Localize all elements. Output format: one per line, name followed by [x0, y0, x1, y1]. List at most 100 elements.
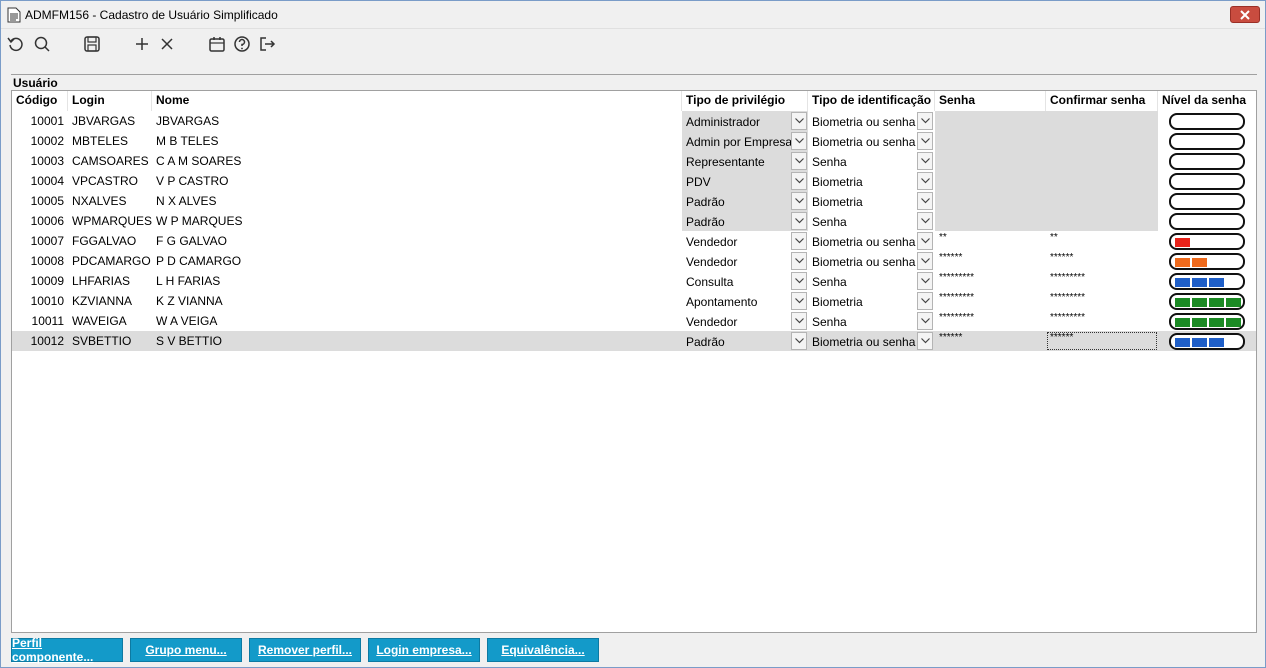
privilege-dropdown-button[interactable] — [791, 112, 807, 130]
search-icon[interactable] — [32, 34, 52, 54]
privilege-select[interactable]: Padrão — [682, 331, 808, 351]
remover-perfil-button[interactable]: Remover perfil... — [249, 638, 361, 662]
confirm-password-field[interactable] — [1046, 151, 1158, 171]
ident-dropdown-button[interactable] — [917, 332, 933, 350]
table-row[interactable]: 10010 KZVIANNA K Z VIANNA Apontamento Biom… — [12, 291, 1256, 311]
privilege-dropdown-button[interactable] — [791, 192, 807, 210]
privilege-dropdown-button[interactable] — [791, 312, 807, 330]
privilege-dropdown-button[interactable] — [791, 232, 807, 250]
table-row[interactable]: 10004 VPCASTRO V P CASTRO PDV Biometria — [12, 171, 1256, 191]
password-field[interactable]: ********* — [935, 311, 1046, 331]
privilege-select[interactable]: Vendedor — [682, 311, 808, 331]
grupo-menu-button[interactable]: Grupo menu... — [130, 638, 242, 662]
table-row[interactable]: 10006 WPMARQUES W P MARQUES Padrão Senha — [12, 211, 1256, 231]
privilege-select[interactable]: Padrão — [682, 211, 808, 231]
header-login[interactable]: Login — [68, 91, 152, 111]
password-field[interactable] — [935, 151, 1046, 171]
header-ident[interactable]: Tipo de identificação — [808, 91, 935, 111]
privilege-select[interactable]: Vendedor — [682, 231, 808, 251]
privilege-dropdown-button[interactable] — [791, 132, 807, 150]
privilege-dropdown-button[interactable] — [791, 292, 807, 310]
table-row[interactable]: 10002 MBTELES M B TELES Admin por Empresa … — [12, 131, 1256, 151]
ident-select[interactable]: Biometria — [808, 291, 935, 311]
password-field[interactable] — [935, 171, 1046, 191]
ident-dropdown-button[interactable] — [917, 212, 933, 230]
calendar-icon[interactable] — [207, 34, 227, 54]
ident-select[interactable]: Biometria ou senha — [808, 111, 935, 131]
privilege-dropdown-button[interactable] — [791, 172, 807, 190]
confirm-password-field[interactable] — [1046, 211, 1158, 231]
save-icon[interactable] — [82, 34, 102, 54]
ident-select[interactable]: Senha — [808, 151, 935, 171]
help-icon[interactable] — [232, 34, 252, 54]
privilege-select[interactable]: Administrador — [682, 111, 808, 131]
ident-dropdown-button[interactable] — [917, 172, 933, 190]
password-field[interactable] — [935, 131, 1046, 151]
ident-dropdown-button[interactable] — [917, 292, 933, 310]
table-row[interactable]: 10008 PDCAMARGO P D CAMARGO Vendedor Biome… — [12, 251, 1256, 271]
confirm-password-field[interactable] — [1046, 191, 1158, 211]
ident-dropdown-button[interactable] — [917, 232, 933, 250]
privilege-select[interactable]: PDV — [682, 171, 808, 191]
exit-icon[interactable] — [257, 34, 277, 54]
privilege-dropdown-button[interactable] — [791, 212, 807, 230]
privilege-dropdown-button[interactable] — [791, 152, 807, 170]
ident-dropdown-button[interactable] — [917, 272, 933, 290]
confirm-password-field[interactable] — [1046, 111, 1158, 131]
confirm-password-field[interactable]: ********* — [1046, 271, 1158, 291]
password-field[interactable]: ****** — [935, 251, 1046, 271]
header-level[interactable]: Nível da senha — [1158, 91, 1256, 111]
privilege-dropdown-button[interactable] — [791, 332, 807, 350]
table-row[interactable]: 10001 JBVARGAS JBVARGAS Administrador Biom… — [12, 111, 1256, 131]
table-row[interactable]: 10007 FGGALVAO F G GALVAO Vendedor Biometr… — [12, 231, 1256, 251]
ident-select[interactable]: Biometria — [808, 171, 935, 191]
confirm-password-field[interactable]: ****** — [1046, 331, 1158, 351]
ident-select[interactable]: Senha — [808, 211, 935, 231]
refresh-icon[interactable] — [6, 34, 26, 54]
ident-dropdown-button[interactable] — [917, 152, 933, 170]
privilege-dropdown-button[interactable] — [791, 252, 807, 270]
confirm-password-field[interactable] — [1046, 131, 1158, 151]
header-name[interactable]: Nome — [152, 91, 682, 111]
ident-dropdown-button[interactable] — [917, 192, 933, 210]
password-field[interactable]: ********* — [935, 271, 1046, 291]
ident-select[interactable]: Senha — [808, 311, 935, 331]
privilege-select[interactable]: Padrão — [682, 191, 808, 211]
delete-icon[interactable] — [157, 34, 177, 54]
confirm-password-field[interactable]: ********* — [1046, 291, 1158, 311]
ident-dropdown-button[interactable] — [917, 132, 933, 150]
header-password[interactable]: Senha — [935, 91, 1046, 111]
perfil-componente-button[interactable]: Perfil componente... — [11, 636, 123, 664]
confirm-password-field[interactable] — [1046, 171, 1158, 191]
ident-select[interactable]: Biometria ou senha — [808, 231, 935, 251]
table-row[interactable]: 10012 SVBETTIO S V BETTIO Padrão Biometria… — [12, 331, 1256, 351]
confirm-password-field[interactable]: ** — [1046, 231, 1158, 251]
ident-select[interactable]: Biometria ou senha — [808, 131, 935, 151]
ident-select[interactable]: Biometria ou senha — [808, 331, 935, 351]
ident-dropdown-button[interactable] — [917, 112, 933, 130]
confirm-password-field[interactable]: ********* — [1046, 311, 1158, 331]
privilege-select[interactable]: Representante — [682, 151, 808, 171]
header-code[interactable]: Código — [12, 91, 68, 111]
close-button[interactable] — [1230, 6, 1260, 23]
password-field[interactable]: ** — [935, 231, 1046, 251]
table-row[interactable]: 10009 LHFARIAS L H FARIAS Consulta Senha *… — [12, 271, 1256, 291]
table-row[interactable]: 10005 NXALVES N X ALVES Padrão Biometria — [12, 191, 1256, 211]
ident-select[interactable]: Senha — [808, 271, 935, 291]
privilege-select[interactable]: Apontamento — [682, 291, 808, 311]
password-field[interactable]: ********* — [935, 291, 1046, 311]
equivalencia-button[interactable]: Equivalência... — [487, 638, 599, 662]
header-confirm[interactable]: Confirmar senha — [1046, 91, 1158, 111]
confirm-password-field[interactable]: ****** — [1046, 251, 1158, 271]
privilege-select[interactable]: Vendedor — [682, 251, 808, 271]
privilege-select[interactable]: Consulta — [682, 271, 808, 291]
users-grid[interactable]: Código Login Nome Tipo de privilégio Tip… — [11, 90, 1257, 633]
password-field[interactable] — [935, 211, 1046, 231]
password-field[interactable]: ****** — [935, 331, 1046, 351]
table-row[interactable]: 10011 WAVEIGA W A VEIGA Vendedor Senha ***… — [12, 311, 1256, 331]
ident-dropdown-button[interactable] — [917, 312, 933, 330]
login-empresa-button[interactable]: Login empresa... — [368, 638, 480, 662]
header-privilege[interactable]: Tipo de privilégio — [682, 91, 808, 111]
ident-select[interactable]: Biometria — [808, 191, 935, 211]
privilege-select[interactable]: Admin por Empresa — [682, 131, 808, 151]
